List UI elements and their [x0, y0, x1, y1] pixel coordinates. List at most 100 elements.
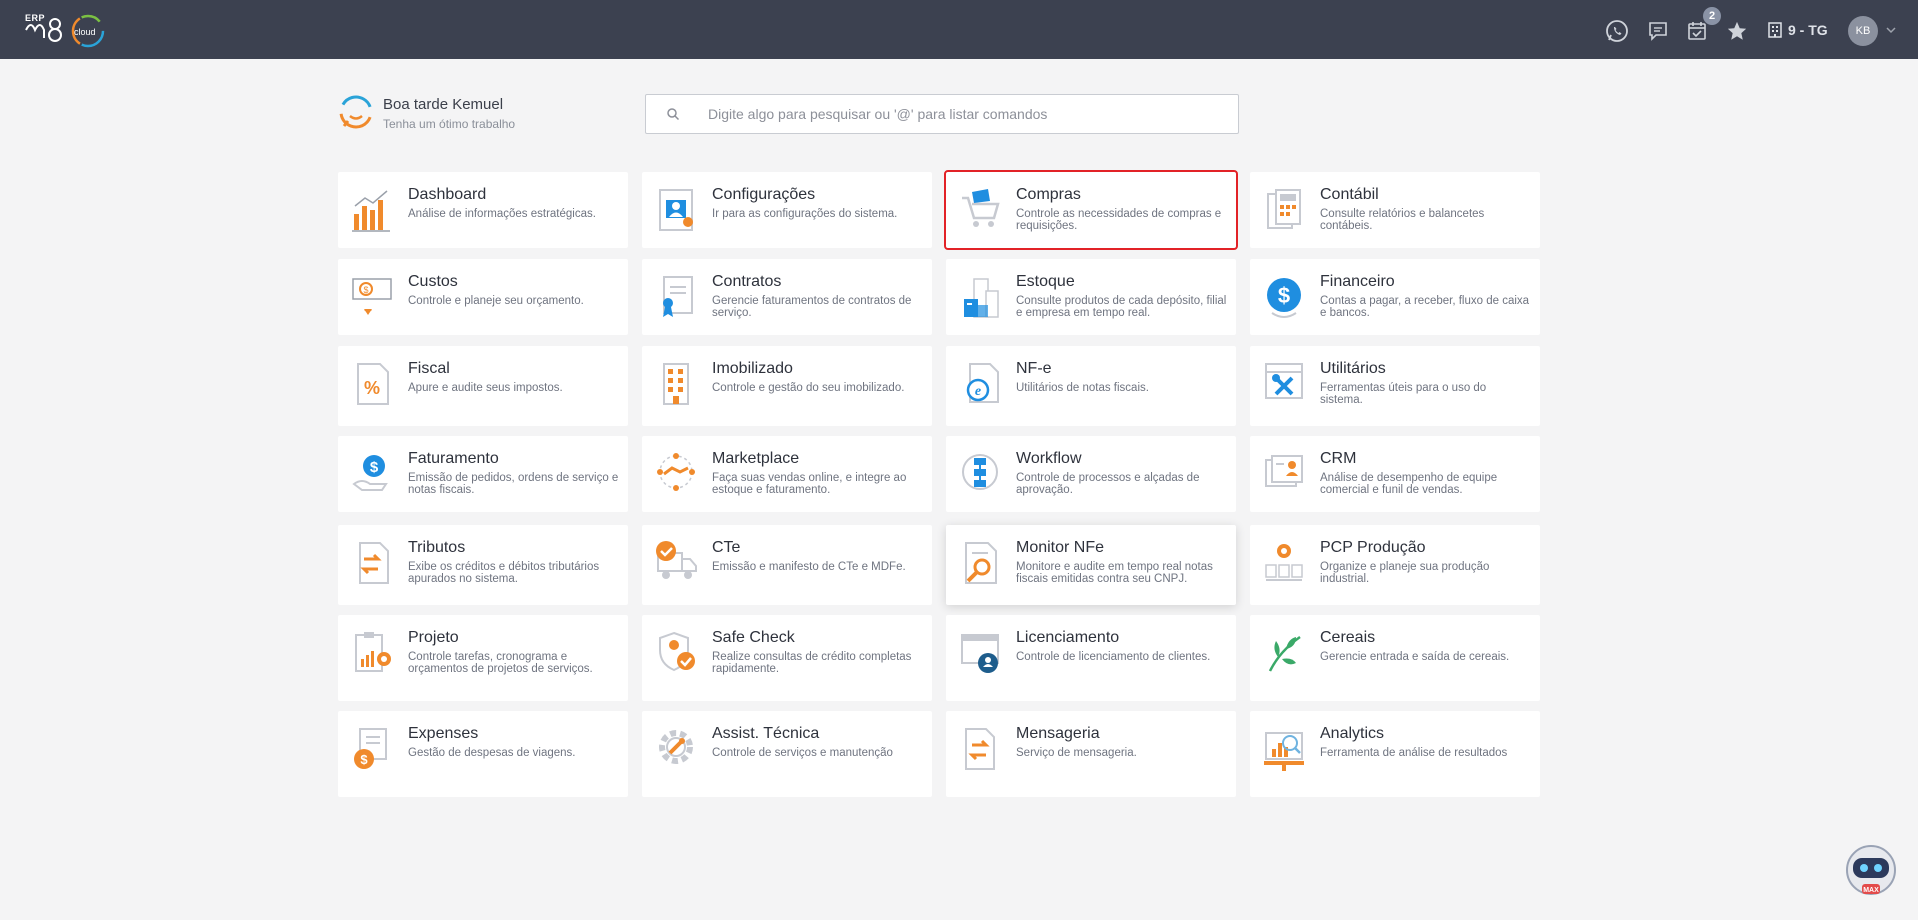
module-description: Controle e planeje seu orçamento.: [408, 295, 584, 307]
project-icon: [355, 632, 391, 672]
module-card-tributos[interactable]: Tributos Exibe os créditos e débitos trib…: [338, 525, 628, 605]
expenses-icon: $: [354, 728, 387, 769]
module-description: Emissão de pedidos, ordens de serviço e …: [408, 472, 619, 496]
module-title: Compras: [1016, 186, 1081, 203]
module-title: Configurações: [712, 186, 816, 203]
star-icon[interactable]: [1724, 18, 1750, 44]
analytics-icon: [1264, 732, 1304, 771]
module-card-mensageria[interactable]: Mensageria Serviço de mensageria.: [946, 711, 1236, 797]
whatsapp-icon[interactable]: [1604, 18, 1630, 44]
m8-cloud-logo[interactable]: cloud ERP: [22, 10, 118, 50]
module-description: Utilitários de notas fiscais.: [1016, 382, 1149, 394]
max-assistant-robot-icon[interactable]: MAX: [1840, 840, 1902, 902]
module-card-nf-e[interactable]: e NF-e Utilitários de notas fiscais.: [946, 346, 1236, 426]
module-card-marketplace[interactable]: Marketplace Faça suas vendas online, e in…: [642, 436, 932, 512]
module-card-workflow[interactable]: Workflow Controle de processos e alçadas …: [946, 436, 1236, 512]
top-bar: cloud ERP 2 9 - TG KB: [0, 0, 1918, 59]
module-title: CTe: [712, 539, 741, 556]
company-selector[interactable]: 9 - TG: [1768, 20, 1828, 40]
module-description: Gerencie entrada e saída de cereais.: [1320, 651, 1510, 663]
module-card-fiscal[interactable]: % Fiscal Apure e audite seus impostos.: [338, 346, 628, 426]
leaf-icon: [1268, 635, 1301, 672]
module-description: Consulte relatórios e balancetes contábe…: [1320, 208, 1485, 232]
module-card-assist-tecnica[interactable]: Assist. Técnica Controle de serviços e ma…: [642, 711, 932, 797]
module-title: Custos: [408, 273, 458, 290]
module-title: Faturamento: [408, 450, 499, 467]
module-title: Expenses: [408, 725, 479, 742]
module-card-cereais[interactable]: Cereais Gerencie entrada e saída de cerea…: [1250, 615, 1540, 701]
module-card-financeiro[interactable]: $ Financeiro Contas a pagar, a receber, fl…: [1250, 259, 1540, 335]
svg-text:%: %: [364, 378, 380, 398]
svg-text:$: $: [1278, 283, 1290, 308]
contract-icon: [663, 276, 693, 317]
module-title: Projeto: [408, 629, 459, 646]
module-description: Controle de processos e alçadas de aprov…: [1016, 472, 1200, 496]
logo-cloud-text: cloud: [74, 27, 96, 37]
module-card-imobilizado[interactable]: Imobilizado Controle e gestão do seu imob…: [642, 346, 932, 426]
module-description: Ferramenta de análise de resultados: [1320, 747, 1508, 759]
module-card-crm[interactable]: CRM Análise de desempenho de equipe comer…: [1250, 436, 1540, 512]
module-title: Dashboard: [408, 186, 487, 203]
tools-icon: [1265, 363, 1303, 399]
search-input[interactable]: [708, 103, 1228, 125]
module-card-compras[interactable]: Compras Controle as necessidades de compr…: [944, 170, 1238, 250]
module-title: Estoque: [1016, 273, 1075, 290]
logo-erp-text: ERP: [25, 13, 46, 23]
module-card-utilitarios[interactable]: Utilitários Ferramentas úteis para o uso …: [1250, 346, 1540, 426]
module-card-estoque[interactable]: Estoque Consulte produtos de cada depósit…: [946, 259, 1236, 335]
module-card-safe-check[interactable]: Safe Check Realize consultas de crédito c…: [642, 615, 932, 701]
module-card-projeto[interactable]: Projeto Controle tarefas, cronograma e or…: [338, 615, 628, 701]
module-description: Faça suas vendas online, e integre ao es…: [712, 472, 907, 496]
license-icon: [961, 634, 999, 673]
module-card-pcp-producao[interactable]: PCP Produção Organize e planeje sua produ…: [1250, 525, 1540, 605]
module-card-licenciamento[interactable]: Licenciamento Controle de licenciamento d…: [946, 615, 1236, 701]
company-label: 9 - TG: [1788, 22, 1828, 38]
module-title: Assist. Técnica: [712, 725, 820, 742]
module-title: PCP Produção: [1320, 539, 1426, 556]
module-title: Safe Check: [712, 629, 795, 646]
chat-icon[interactable]: [1645, 18, 1671, 44]
module-title: Mensageria: [1016, 725, 1100, 742]
search-box[interactable]: [645, 94, 1239, 134]
settings-icon: [659, 189, 693, 231]
module-card-custos[interactable]: $ Custos Controle e planeje seu orçamento.: [338, 259, 628, 335]
module-title: Imobilizado: [712, 360, 793, 377]
module-description: Monitore e audite em tempo real notas fi…: [1016, 561, 1213, 585]
module-description: Emissão e manifesto de CTe e MDFe.: [712, 561, 906, 573]
greeting-title: Boa tarde Kemuel: [383, 96, 504, 113]
module-description: Ferramentas úteis para o uso do sistema.: [1320, 382, 1487, 406]
production-icon: [1265, 544, 1303, 581]
module-description: Gerencie faturamentos de contratos de se…: [712, 295, 912, 319]
module-description: Consulte produtos de cada depósito, fili…: [1016, 295, 1227, 319]
handshake-icon: [657, 453, 695, 491]
workflow-icon: [962, 454, 998, 490]
module-card-dashboard[interactable]: Dashboard Análise de informações estratég…: [338, 172, 628, 248]
notification-badge[interactable]: 2: [1703, 7, 1721, 25]
warehouse-icon: [964, 278, 999, 318]
module-description: Gestão de despesas de viagens.: [408, 747, 576, 759]
percent-doc-icon: %: [357, 363, 389, 405]
module-title: Marketplace: [712, 450, 800, 467]
dollar-coin-icon: $: [1267, 278, 1301, 318]
module-description: Análise de desempenho de equipe comercia…: [1320, 472, 1498, 496]
chevron-down-icon[interactable]: [1885, 24, 1897, 36]
module-title: Contábil: [1320, 186, 1379, 203]
module-description: Realize consultas de crédito completas r…: [712, 651, 912, 675]
module-description: Análise de informações estratégicas.: [408, 208, 596, 220]
module-card-analytics[interactable]: Analytics Ferramenta de análise de result…: [1250, 711, 1540, 797]
svg-text:$: $: [370, 459, 379, 476]
module-description: Controle as necessidades de compras e re…: [1016, 208, 1222, 232]
module-card-monitor-nfe[interactable]: Monitor NFe Monitore e audite em tempo re…: [946, 525, 1236, 605]
module-card-contratos[interactable]: Contratos Gerencie faturamentos de contra…: [642, 259, 932, 335]
module-description: Controle de serviços e manutenção: [712, 747, 893, 759]
module-title: Workflow: [1016, 450, 1082, 467]
svg-text:e: e: [975, 384, 981, 399]
module-card-expenses[interactable]: $ Expenses Gestão de despesas de viagens.: [338, 711, 628, 797]
module-description: Contas a pagar, a receber, fluxo de caix…: [1320, 295, 1530, 319]
module-card-contabil[interactable]: Contábil Consulte relatórios e balancetes…: [1250, 172, 1540, 248]
module-card-configuracoes[interactable]: Configurações Ir para as configurações do…: [642, 172, 932, 248]
user-avatar[interactable]: KB: [1848, 16, 1878, 46]
truck-icon: [656, 541, 697, 579]
module-card-cte[interactable]: CTe Emissão e manifesto de CTe e MDFe.: [642, 525, 932, 605]
module-card-faturamento[interactable]: $ Faturamento Emissão de pedidos, ordens d…: [338, 436, 628, 512]
